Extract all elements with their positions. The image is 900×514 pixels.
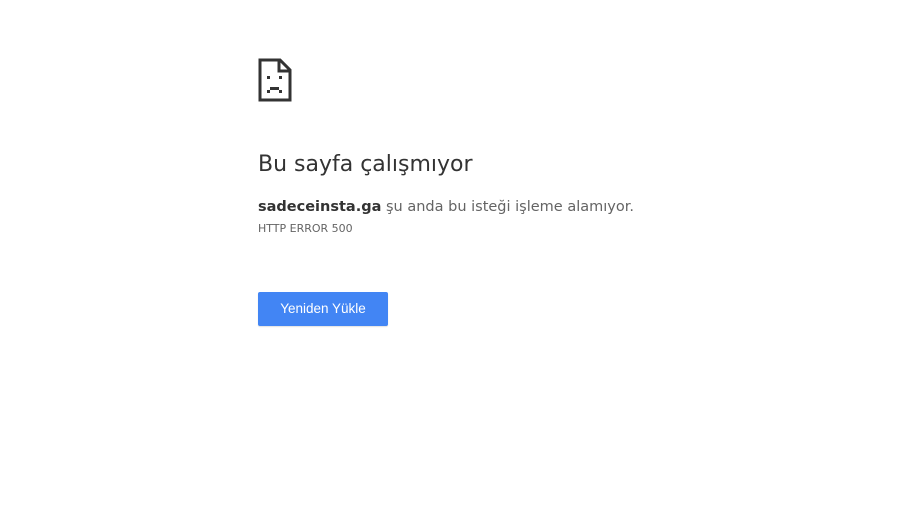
error-code: HTTP ERROR 500 <box>258 222 353 235</box>
sad-document-icon <box>258 58 292 102</box>
error-content: Bu sayfa çalışmıyor sadeceinsta.ga şu an… <box>258 58 778 326</box>
error-page: Bu sayfa çalışmıyor sadeceinsta.ga şu an… <box>0 0 900 514</box>
reload-button[interactable]: Yeniden Yükle <box>258 292 388 326</box>
error-host: sadeceinsta.ga <box>258 199 382 215</box>
error-title: Bu sayfa çalışmıyor <box>258 152 473 177</box>
error-summary: sadeceinsta.ga şu anda bu isteği işleme … <box>258 197 778 217</box>
error-message: şu anda bu isteği işleme alamıyor. <box>381 199 634 215</box>
